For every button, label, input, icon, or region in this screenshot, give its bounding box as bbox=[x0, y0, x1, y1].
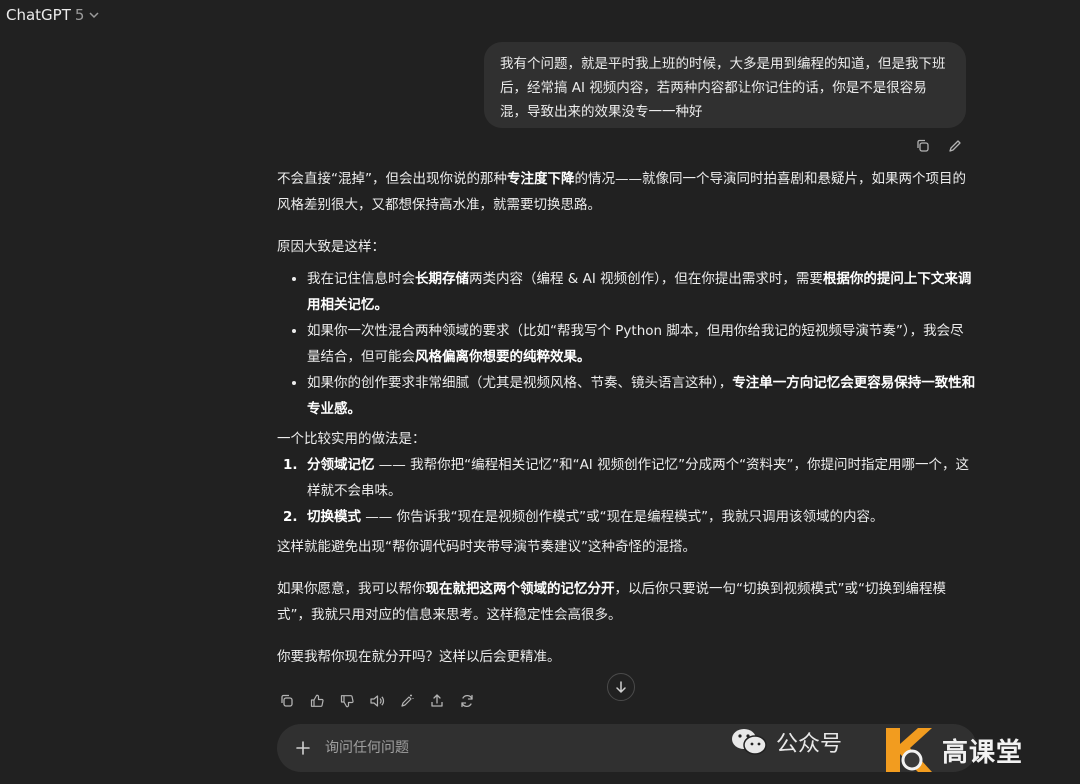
paragraph-reasons-heading: 原因大致是这样： bbox=[277, 239, 385, 255]
message-input[interactable] bbox=[325, 740, 725, 756]
edit-in-canvas-button[interactable] bbox=[397, 691, 417, 711]
copy-icon bbox=[917, 139, 929, 152]
wechat-icon bbox=[732, 729, 767, 755]
paragraph-offer: 如果你愿意，我可以帮你现在就把这两个领域的记忆分开，以后你只要说一句“切换到视频… bbox=[277, 581, 946, 623]
magic-pen-icon bbox=[401, 694, 414, 707]
model-selector-button[interactable]: ChatGPT 5 bbox=[6, 6, 100, 24]
brand-watermark-text: 高课堂 bbox=[942, 737, 1024, 768]
list-item: 2. 切换模式 —— 你告诉我“现在是视频创作模式”或“现在是编程模式”，我就只调… bbox=[283, 509, 884, 525]
regenerate-button[interactable] bbox=[457, 691, 477, 711]
top-bar: ChatGPT 5 bbox=[0, 0, 1080, 30]
read-aloud-button[interactable] bbox=[367, 691, 387, 711]
thumbs-down-icon bbox=[340, 695, 354, 708]
list-item: 如果你的创作要求非常细腻（尤其是视频风格、节奏、镜头语言这种），专注单一方向记忆… bbox=[307, 370, 977, 422]
model-version: 5 bbox=[74, 6, 85, 24]
regenerate-icon bbox=[461, 694, 473, 708]
edit-message-button[interactable] bbox=[945, 136, 965, 156]
arrow-down-icon bbox=[616, 681, 626, 693]
good-response-button[interactable] bbox=[307, 691, 327, 711]
plus-icon[interactable] bbox=[293, 738, 313, 758]
brand-watermark: 高课堂 bbox=[880, 716, 1080, 784]
list-item: 1. 分领域记忆 —— 我帮你把“编程相关记忆”和“AI 视频创作记忆”分成两个“… bbox=[283, 457, 970, 499]
user-message-bubble: 我有个问题，就是平时我上班的时候，大多是用到编程的知道，但是我下班后，经常搞 A… bbox=[484, 42, 966, 128]
user-message-actions bbox=[913, 136, 965, 156]
speaker-icon bbox=[370, 695, 385, 707]
share-button[interactable] bbox=[427, 691, 447, 711]
list-item: 如果你一次性混合两种领域的要求（比如“帮我写个 Python 脚本，但用你给我记… bbox=[307, 318, 977, 370]
assistant-message: 不会直接“混掉”，但会出现你说的那种专注度下降的情况——就像同一个导演同时拍喜剧… bbox=[277, 166, 977, 686]
wechat-watermark-label: 公众号 bbox=[776, 732, 843, 757]
paragraph-practical-heading: 一个比较实用的做法是： bbox=[277, 431, 426, 447]
message-composer bbox=[277, 724, 977, 772]
brand-logo-icon bbox=[886, 728, 932, 772]
edit-icon bbox=[949, 140, 961, 152]
copy-icon bbox=[281, 694, 293, 707]
chevron-down-icon bbox=[89, 12, 99, 19]
steps-list: 1. 分领域记忆 —— 我帮你把“编程相关记忆”和“AI 视频创作记忆”分成两个“… bbox=[277, 452, 977, 530]
thumbs-up-icon bbox=[310, 694, 324, 707]
paragraph-avoid: 这样就能避免出现“帮你调代码时夹带导演节奏建议”这种奇怪的混搭。 bbox=[277, 539, 696, 555]
wechat-watermark: 公众号 bbox=[730, 726, 842, 758]
scroll-to-bottom-button[interactable] bbox=[607, 673, 635, 701]
user-message-text: 我有个问题，就是平时我上班的时候，大多是用到编程的知道，但是我下班后，经常搞 A… bbox=[500, 56, 946, 120]
model-name: ChatGPT bbox=[6, 6, 71, 24]
copy-user-message-button[interactable] bbox=[913, 136, 933, 156]
share-icon bbox=[431, 694, 443, 707]
reasons-list: 我在记住信息时会长期存储两类内容（编程 & AI 视频创作），但在你提出需求时，… bbox=[277, 266, 977, 422]
list-item: 我在记住信息时会长期存储两类内容（编程 & AI 视频创作），但在你提出需求时，… bbox=[307, 266, 977, 318]
bad-response-button[interactable] bbox=[337, 691, 357, 711]
response-actions bbox=[277, 691, 477, 711]
copy-response-button[interactable] bbox=[277, 691, 297, 711]
paragraph-intro: 不会直接“混掉”，但会出现你说的那种专注度下降的情况——就像同一个导演同时拍喜剧… bbox=[277, 171, 966, 213]
paragraph-question: 你要我帮你现在就分开吗？这样以后会更精准。 bbox=[277, 649, 561, 665]
